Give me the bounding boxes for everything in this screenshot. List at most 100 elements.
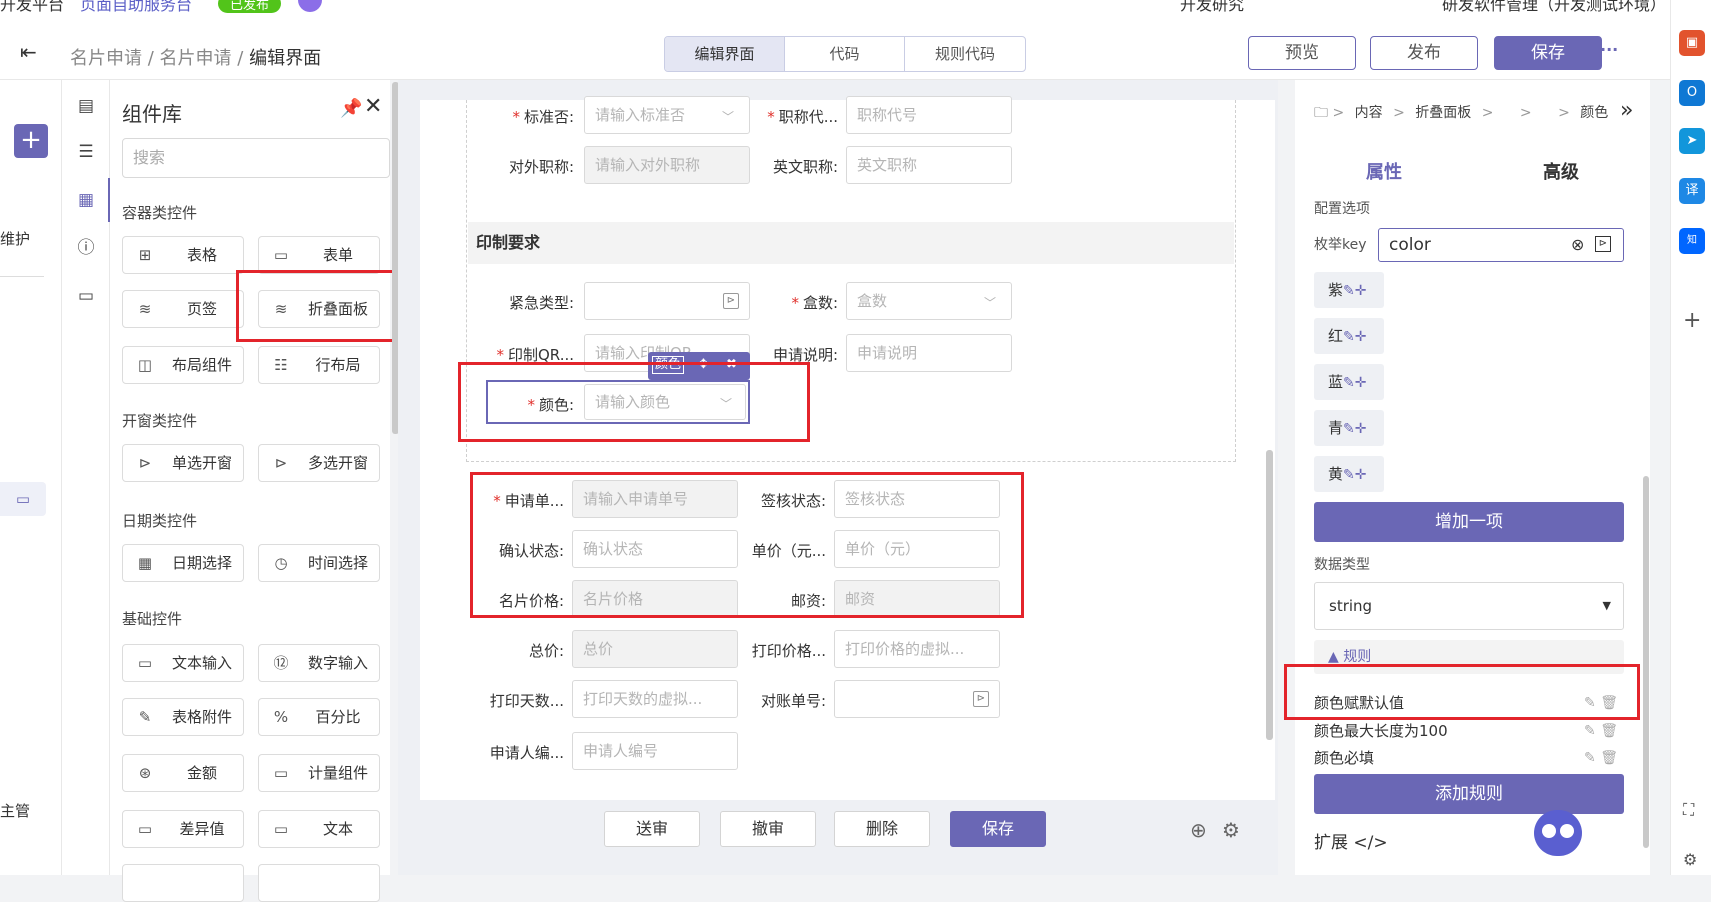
component-amount[interactable]: ⊛ 金额	[122, 754, 244, 792]
preview-button[interactable]: 预览	[1248, 36, 1356, 70]
assistant-mascot-icon[interactable]	[1534, 810, 1582, 856]
outlook-icon[interactable]: O	[1679, 80, 1705, 106]
breadcrumb-item[interactable]: 名片申请	[70, 48, 142, 69]
submit-review-button[interactable]: 送审	[604, 811, 700, 847]
edit-add-icon[interactable]: ✎✛	[1343, 467, 1366, 483]
terminal-icon[interactable]: ▭	[74, 284, 98, 308]
enum-key-input[interactable]: color ⊗ ⊳	[1378, 228, 1624, 262]
tab-code[interactable]: 代码	[785, 37, 905, 71]
screenshot-icon[interactable]: ⛶	[1683, 800, 1694, 820]
extend-section[interactable]: 扩展 </>	[1314, 828, 1388, 853]
add-rule-button[interactable]: 添加规则	[1314, 774, 1624, 814]
path-item[interactable]: 颜色	[1580, 105, 1608, 121]
edit-add-icon[interactable]: ✎✛	[1343, 421, 1366, 437]
add-circle-icon[interactable]: ⊕	[1190, 818, 1207, 842]
component-multi-window[interactable]: ⊳ 多选开窗	[258, 444, 380, 482]
component-search-input[interactable]: 搜索	[122, 138, 390, 178]
tab-advanced[interactable]: 高级	[1543, 158, 1579, 184]
add-icon[interactable]: +	[1683, 308, 1701, 333]
tab-rule-code[interactable]: 规则代码	[905, 37, 1025, 71]
component-measure[interactable]: ▭ 计量组件	[258, 754, 380, 792]
top-link-software[interactable]: 研发软件管理（开发测试环境）	[1442, 0, 1666, 15]
scrollbar[interactable]	[1266, 450, 1273, 740]
open-window-icon[interactable]: ⊳	[1595, 236, 1611, 252]
urgency-window-input[interactable]: ⊳	[584, 282, 750, 320]
toolbox-icon[interactable]: ▣	[1679, 30, 1705, 56]
rule-item[interactable]: 颜色最大长度为100 ✎ 🗑	[1314, 719, 1624, 743]
form-save-button[interactable]: 保存	[950, 811, 1046, 847]
english-title-input[interactable]: 英文职称	[846, 146, 1012, 184]
component-text-input[interactable]: ▭ 文本输入	[122, 644, 244, 682]
components-icon[interactable]: ▦	[74, 188, 98, 212]
apply-note-input[interactable]: 申请说明	[846, 334, 1012, 372]
edit-add-icon[interactable]: ✎✛	[1343, 283, 1366, 299]
open-window-icon[interactable]: ⊳	[723, 293, 739, 309]
send-icon[interactable]: ➤	[1679, 128, 1705, 154]
save-button[interactable]: 保存	[1494, 36, 1602, 70]
component-attachment[interactable]: ✎ 表格附件	[122, 698, 244, 736]
component-percent[interactable]: % 百分比	[258, 698, 380, 736]
section-header[interactable]: 印制要求	[468, 222, 1234, 264]
component-time-picker[interactable]: ◷ 时间选择	[258, 544, 380, 582]
edit-add-icon[interactable]: ✎✛	[1343, 375, 1366, 391]
component-date-picker[interactable]: ▦ 日期选择	[122, 544, 244, 582]
component-layout[interactable]: ◫ 布局组件	[122, 346, 244, 384]
path-item[interactable]: 内容	[1355, 105, 1383, 121]
component-table[interactable]: ⊞ 表格	[122, 236, 244, 274]
collapse-menu-icon[interactable]: ⇤	[20, 40, 37, 64]
print-days-input[interactable]: 打印天数的虚拟...	[572, 680, 738, 718]
device-icon[interactable]: ▭	[0, 482, 46, 516]
component-more[interactable]	[258, 864, 380, 902]
total-price-input[interactable]: 总价	[572, 630, 738, 668]
component-row-layout[interactable]: ☷ 行布局	[258, 346, 380, 384]
gear-icon[interactable]: ⚙	[1222, 818, 1240, 842]
zhihu-icon[interactable]: 知	[1679, 228, 1705, 254]
tab-edit-view[interactable]: 编辑界面	[665, 37, 785, 71]
edit-delete-icon[interactable]: ✎ 🗑	[1584, 746, 1618, 770]
enum-item[interactable]: 红✎✛	[1314, 318, 1384, 354]
statement-no-input[interactable]: ⊳	[834, 680, 1000, 718]
add-icon[interactable]: +	[14, 124, 48, 158]
edit-add-icon[interactable]: ✎✛	[1343, 329, 1366, 345]
clear-icon[interactable]: ⊗	[1571, 229, 1584, 261]
title-code-input[interactable]: 职称代号	[846, 96, 1012, 134]
gear-icon[interactable]: ⚙	[1683, 850, 1697, 869]
edit-delete-icon[interactable]: ✎ 🗑	[1584, 719, 1618, 743]
path-item[interactable]: 折叠面板	[1415, 105, 1471, 121]
external-title-input[interactable]: 请输入对外职称	[584, 146, 750, 184]
delete-button[interactable]: 删除	[834, 811, 930, 847]
scrollbar[interactable]	[1643, 476, 1649, 848]
more-icon[interactable]: ···	[1600, 40, 1618, 59]
component-tabs[interactable]: ≋ 页签	[122, 290, 244, 328]
close-icon[interactable]: ✕	[364, 94, 382, 119]
top-link-research[interactable]: 开发研究	[1180, 0, 1244, 15]
component-form[interactable]: ▭ 表单	[258, 236, 380, 274]
pin-icon[interactable]: 📌	[340, 98, 362, 119]
page-icon[interactable]: ▤	[74, 94, 98, 118]
tab-properties[interactable]: 属性	[1366, 158, 1402, 184]
rule-item[interactable]: 颜色必填 ✎ 🗑	[1314, 746, 1624, 770]
applicant-no-input[interactable]: 申请人编号	[572, 732, 738, 770]
enum-item[interactable]: 青✎✛	[1314, 410, 1384, 446]
component-text[interactable]: ▭ 文本	[258, 810, 380, 848]
breadcrumb-item[interactable]: 名片申请	[160, 48, 232, 69]
avatar[interactable]	[298, 0, 322, 12]
publish-button[interactable]: 发布	[1370, 36, 1478, 70]
enum-item[interactable]: 蓝✎✛	[1314, 364, 1384, 400]
component-single-window[interactable]: ⊳ 单选开窗	[122, 444, 244, 482]
warning-icon[interactable]: ⓘ	[74, 236, 98, 260]
component-more[interactable]	[122, 864, 244, 902]
service-title[interactable]: 页面自助服务台	[80, 0, 192, 15]
open-window-icon[interactable]: ⊳	[973, 691, 989, 707]
enum-item[interactable]: 黄✎✛	[1314, 456, 1384, 492]
withdraw-review-button[interactable]: 撤审	[720, 811, 816, 847]
outline-icon[interactable]: ☰	[74, 140, 98, 164]
data-type-select[interactable]: string ▼	[1314, 582, 1624, 630]
add-item-button[interactable]: 增加一项	[1314, 502, 1624, 542]
print-price-input[interactable]: 打印价格的虚拟...	[834, 630, 1000, 668]
component-number-input[interactable]: ⑫ 数字输入	[258, 644, 380, 682]
enum-item[interactable]: 紫✎✛	[1314, 272, 1384, 308]
nav-item-supervisor[interactable]: 主管	[0, 800, 30, 821]
component-diff[interactable]: ▭ 差异值	[122, 810, 244, 848]
collapse-panel-icon[interactable]: »	[1620, 98, 1633, 123]
